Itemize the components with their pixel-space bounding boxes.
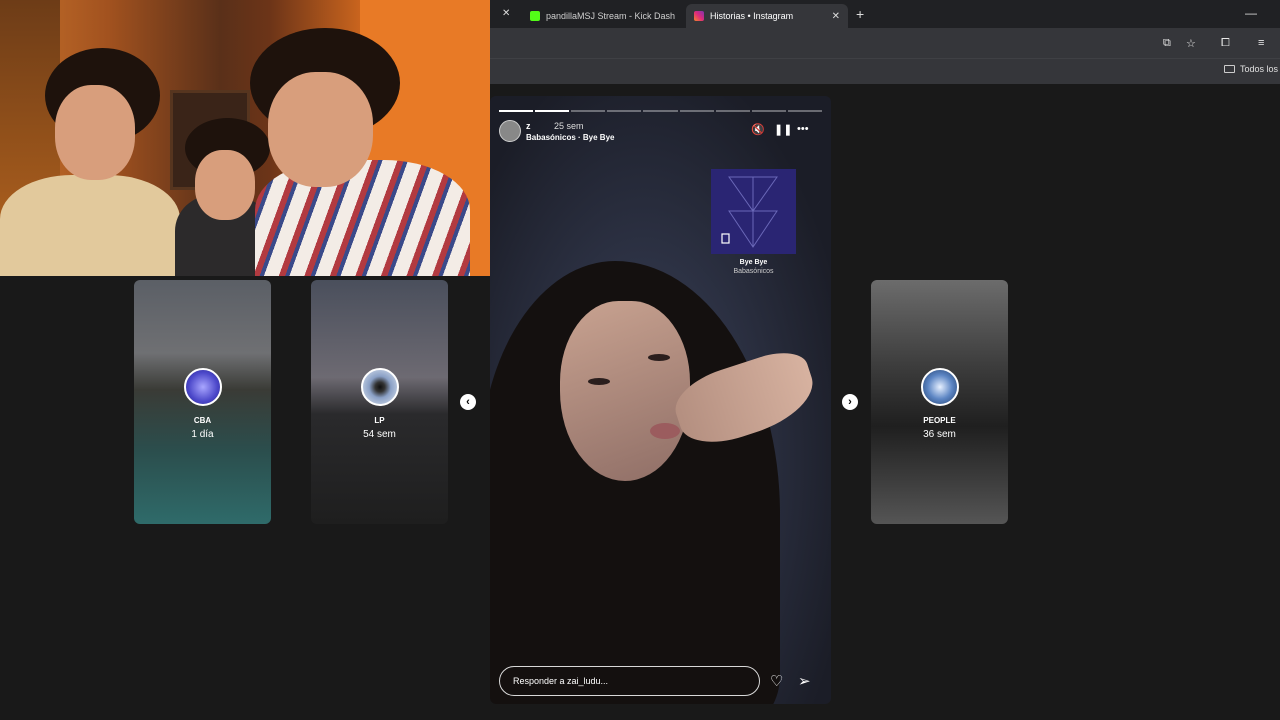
profile-menu-icon[interactable]: ≡ xyxy=(1258,37,1264,49)
previous-story-button[interactable]: ‹ xyxy=(460,394,476,410)
progress-segment xyxy=(571,110,606,112)
progress-segment xyxy=(679,110,714,112)
story-username[interactable]: z xyxy=(526,121,531,131)
share-send-icon[interactable]: ➢ xyxy=(798,672,811,690)
reply-input[interactable]: Responder a zai_ludu... xyxy=(499,666,760,696)
progress-segment xyxy=(535,110,570,112)
minimize-button[interactable]: — xyxy=(1245,6,1257,20)
story-username: CBA xyxy=(193,416,212,425)
story-photo-eye xyxy=(648,354,670,361)
story-photo-eye xyxy=(588,378,610,385)
address-bar[interactable] xyxy=(490,28,1280,58)
progress-segment xyxy=(499,110,534,112)
main-story[interactable]: z 25 sem Babasónicos · Bye Bye 🔇 ❚❚ ••• … xyxy=(490,96,831,704)
kick-favicon-icon xyxy=(530,11,540,21)
tab-instagram[interactable]: Historias • Instagram ✕ xyxy=(686,4,848,28)
next-story-button[interactable]: › xyxy=(842,394,858,410)
story-time: 54 sem xyxy=(363,429,396,440)
tab-instagram-label: Historias • Instagram xyxy=(710,11,794,21)
story-username: LP xyxy=(374,416,385,425)
progress-segment xyxy=(607,110,642,112)
story-time: 36 sem xyxy=(923,429,956,440)
avatar xyxy=(920,368,959,406)
person-middle-face xyxy=(195,150,255,220)
song-title: Bye Bye xyxy=(739,259,768,266)
story-username: PEOPLE xyxy=(923,416,956,425)
bookmarks-folder-label: Todos los m xyxy=(1240,64,1280,74)
bookmark-star-icon[interactable]: ☆ xyxy=(1186,37,1196,50)
tab-kick[interactable]: pandillaMSJ Stream - Kick Dash xyxy=(522,4,684,28)
screen: ✕ pandillaMSJ Stream - Kick Dash Histori… xyxy=(0,0,1280,720)
close-tab-icon[interactable]: ✕ xyxy=(832,11,840,22)
avatar xyxy=(183,368,222,406)
instagram-favicon-icon xyxy=(694,11,704,21)
album-art-pattern xyxy=(721,176,778,248)
more-options-icon[interactable]: ••• xyxy=(797,123,809,135)
install-app-icon[interactable]: ⧉ xyxy=(1163,37,1171,50)
progress-segment xyxy=(787,110,822,112)
folder-icon xyxy=(1224,65,1235,73)
song-artist: Babasónicos xyxy=(733,268,774,275)
person-left-shirt xyxy=(0,175,180,276)
pause-icon[interactable]: ❚❚ xyxy=(774,123,792,136)
story-card-lp[interactable]: LP 54 sem xyxy=(311,280,448,524)
webcam-overlay xyxy=(0,0,490,276)
person-left-face xyxy=(55,85,135,180)
new-tab-button[interactable]: + xyxy=(856,6,864,22)
bookmarks-bar xyxy=(490,58,1280,84)
story-photo-face xyxy=(560,301,690,481)
story-photo-lips xyxy=(650,423,680,439)
story-time: 25 sem xyxy=(554,121,584,131)
like-heart-icon[interactable]: ♡ xyxy=(770,672,783,690)
music-sticker[interactable] xyxy=(711,169,796,254)
story-progress-bar xyxy=(499,110,822,112)
progress-segment xyxy=(643,110,678,112)
mute-icon[interactable]: 🔇 xyxy=(751,123,765,136)
progress-segment xyxy=(751,110,786,112)
story-avatar[interactable] xyxy=(499,120,521,142)
tab-kick-label: pandillaMSJ Stream - Kick Dash xyxy=(546,11,676,21)
story-header: z 25 sem Babasónicos · Bye Bye 🔇 ❚❚ ••• xyxy=(499,120,819,146)
bookmarks-folder[interactable]: Todos los m xyxy=(1224,64,1280,74)
story-card-people[interactable]: PEOPLE 36 sem xyxy=(871,280,1008,524)
avatar xyxy=(360,368,399,406)
story-music-label[interactable]: Babasónicos · Bye Bye xyxy=(526,133,614,142)
person-right-face xyxy=(268,72,373,187)
story-time: 1 día xyxy=(191,429,214,440)
story-card-cba[interactable]: CBA 1 día xyxy=(134,280,271,524)
close-icon[interactable]: ✕ xyxy=(502,8,510,19)
progress-segment xyxy=(715,110,750,112)
extensions-icon[interactable]: ⧠ xyxy=(1221,37,1230,50)
